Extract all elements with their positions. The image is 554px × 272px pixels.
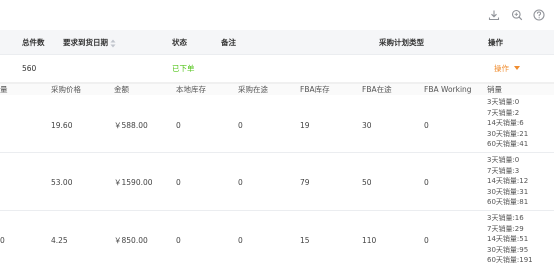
- zoom-search-icon[interactable]: [511, 9, 523, 21]
- header-remark: 备注: [221, 38, 236, 47]
- purchase-transit-cell: 0: [238, 121, 243, 130]
- table-row: 53.00 ￥1590.00 0 0 79 50 0 3天销量:0 7天销量:3…: [0, 153, 554, 211]
- fba-working-cell: 0: [424, 121, 429, 130]
- fba-stock-cell: 19: [300, 121, 310, 130]
- header-operation: 操作: [488, 38, 503, 47]
- fba-transit-cell: 50: [362, 178, 372, 187]
- sales-30d: 30天销量:21: [487, 129, 529, 138]
- detail-table-header: 量 采购价格 金额 本地库存 采购在途 FBA库存 FBA在途 FBA Work…: [0, 84, 554, 95]
- amount-cell: ￥850.00: [114, 236, 148, 245]
- sales-14d: 14天销量:12: [487, 177, 529, 186]
- amount-cell: ￥1590.00: [114, 178, 153, 187]
- download-icon[interactable]: [488, 9, 500, 21]
- sales-14d: 14天销量:51: [487, 235, 529, 244]
- fba-transit-cell: 110: [362, 236, 377, 245]
- price-cell: 53.00: [51, 178, 73, 187]
- order-table-header: 总件数 要求到货日期 状态 备注 采购计划类型 操作: [0, 30, 554, 55]
- header-status: 状态: [172, 38, 187, 47]
- sales-3d: 3天销量:0: [487, 156, 520, 164]
- chevron-down-icon[interactable]: [514, 66, 520, 70]
- sort-icon[interactable]: [110, 39, 116, 48]
- status-badge: 已下单: [172, 64, 195, 73]
- sales-30d: 30天销量:95: [487, 245, 529, 254]
- sales-30d: 30天销量:31: [487, 187, 529, 196]
- fba-stock-cell: 79: [300, 178, 310, 187]
- sales-14d: 14天销量:6: [487, 119, 524, 128]
- sales-60d: 60天销量:81: [487, 198, 529, 207]
- fba-working-cell: 0: [424, 236, 429, 245]
- sales-cell: 3天销量:16 7天销量:29 14天销量:51 30天销量:95 60天销量:…: [487, 213, 533, 266]
- fba-stock-cell: 15: [300, 236, 310, 245]
- sales-60d: 60天销量:41: [487, 140, 529, 149]
- table-toolbar: [0, 0, 554, 30]
- sales-7d: 7天销量:3: [487, 166, 520, 175]
- amount-cell: ￥588.00: [114, 121, 148, 130]
- sales-3d: 3天销量:0: [487, 98, 520, 106]
- table-row: 19.60 ￥588.00 0 0 19 30 0 3天销量:0 7天销量:2 …: [0, 95, 554, 153]
- sales-60d: 60天销量:191: [487, 256, 533, 265]
- price-cell: 19.60: [51, 121, 73, 130]
- fba-working-cell: 0: [424, 178, 429, 187]
- fba-transit-cell: 30: [362, 121, 372, 130]
- header-total-qty: 总件数: [22, 38, 45, 47]
- operation-dropdown[interactable]: 操作: [494, 63, 520, 75]
- operation-label[interactable]: 操作: [494, 64, 509, 73]
- sales-3d: 3天销量:16: [487, 214, 524, 222]
- purchase-transit-cell: 0: [238, 178, 243, 187]
- help-icon[interactable]: [533, 9, 545, 21]
- local-stock-cell: 0: [176, 178, 181, 187]
- sales-7d: 7天销量:29: [487, 224, 524, 233]
- local-stock-cell: 0: [176, 121, 181, 130]
- header-plan-type: 采购计划类型: [379, 38, 424, 47]
- qty-cell: 0: [0, 236, 5, 245]
- sales-cell: 3天销量:0 7天销量:2 14天销量:6 30天销量:21 60天销量:41: [487, 97, 528, 150]
- sales-7d: 7天销量:2: [487, 108, 520, 117]
- table-row: 0 4.25 ￥850.00 0 0 15 110 0 3天销量:16 7天销量…: [0, 211, 554, 272]
- order-row: 560 已下单 操作: [0, 55, 554, 82]
- local-stock-cell: 0: [176, 236, 181, 245]
- price-cell: 4.25: [51, 236, 68, 245]
- sales-cell: 3天销量:0 7天销量:3 14天销量:12 30天销量:31 60天销量:81: [487, 155, 528, 208]
- purchase-transit-cell: 0: [238, 236, 243, 245]
- total-qty-value: 560: [22, 64, 37, 73]
- header-required-date[interactable]: 要求到货日期: [63, 37, 108, 49]
